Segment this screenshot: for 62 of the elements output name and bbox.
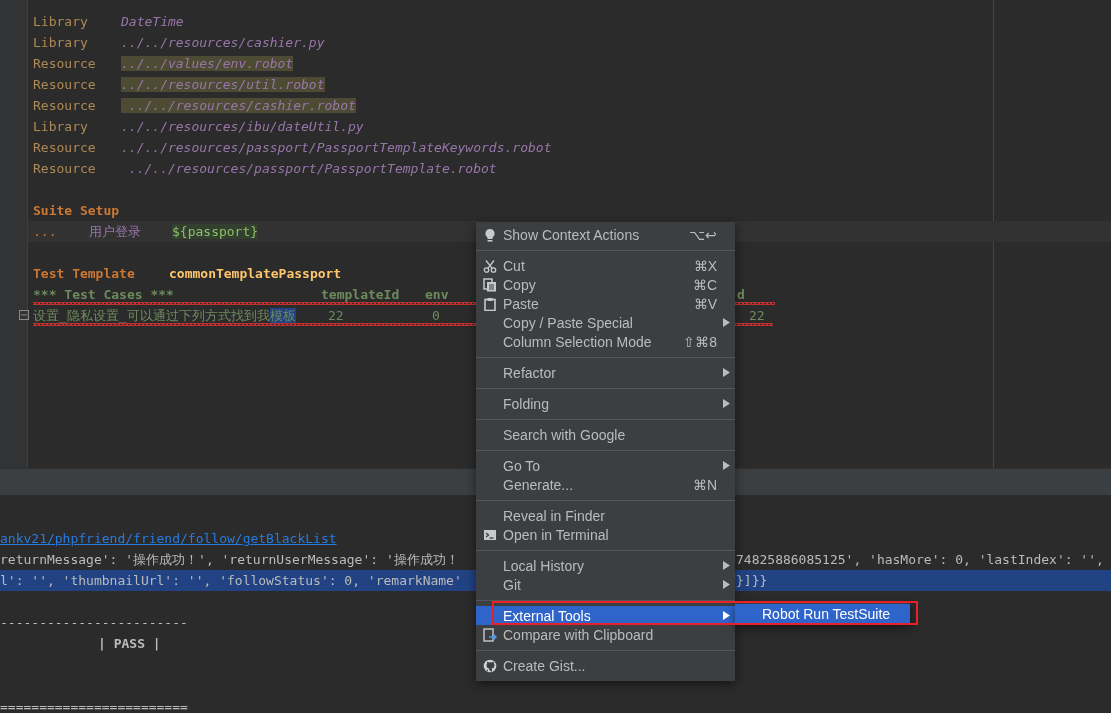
menu-item[interactable]: Paste ⌘V <box>476 294 735 313</box>
setting-value: ../../resources/cashier.py <box>121 35 325 50</box>
setting-value: ../../resources/passport/PassportTemplate.robot <box>127 161 497 176</box>
setting-value: ../../resources/util.robot <box>121 77 325 92</box>
setting-value: DateTime <box>121 14 184 29</box>
argument-value: 22 <box>328 308 344 323</box>
keyword-name: 用户登录 <box>89 222 142 241</box>
table-heading: *** Test Cases *** <box>33 287 174 302</box>
menu-item[interactable]: Local History <box>476 556 735 575</box>
setting-keyword: Library <box>33 14 89 29</box>
setting-value: ../../resources/ibu/dateUtil.py <box>121 119 364 134</box>
status-text: | PASS | <box>97 636 161 651</box>
scissors-icon <box>482 258 497 273</box>
menu-item[interactable]: Reveal in Finder <box>476 506 735 525</box>
menu-item[interactable]: Show Context Actions ⌥↩ <box>476 225 735 244</box>
output-text: ======================== <box>0 699 188 713</box>
menu-item[interactable]: Folding <box>476 394 735 413</box>
column-heading: templateId <box>321 287 400 302</box>
menu-item[interactable]: Go To <box>476 456 735 475</box>
output-text: l': '', 'thumbnailUrl': '', 'followStatus': 0, 'remarkName' <box>0 573 463 588</box>
bulb-icon <box>482 227 497 242</box>
menu-item[interactable]: Git <box>476 575 735 594</box>
argument-value: 22 <box>749 308 765 323</box>
section-heading: Suite Setup <box>33 203 120 218</box>
template-name: commonTemplatePassport <box>169 266 342 281</box>
variable-name: ${passport} <box>172 224 259 239</box>
setting-keyword: Resource <box>33 56 97 71</box>
column-heading: env <box>425 287 449 302</box>
setting-keyword: Resource <box>33 161 97 176</box>
menu-item[interactable]: Create Gist... <box>476 656 735 675</box>
fold-icon[interactable] <box>19 310 29 320</box>
menu-item[interactable]: Search with Google <box>476 425 735 444</box>
setting-keyword: Resource <box>33 140 97 155</box>
column-heading: d <box>737 287 745 302</box>
menu-item[interactable]: Copy ⌘C <box>476 275 735 294</box>
menu-item[interactable]: Open in Terminal <box>476 525 735 544</box>
clipboard-icon <box>482 296 497 311</box>
argument-value: 0 <box>432 308 440 323</box>
menu-item[interactable]: Refactor <box>476 363 735 382</box>
setting-keyword: Resource <box>33 98 97 113</box>
menu-item[interactable]: Generate... ⌘N <box>476 475 735 494</box>
output-text: ------------------------ <box>0 615 188 630</box>
menu-item[interactable]: Robot Run TestSuite <box>735 604 910 623</box>
terminal-icon <box>482 527 497 542</box>
menu-item[interactable]: Cut ⌘X <box>476 256 735 275</box>
menu-item[interactable]: Compare with Clipboard <box>476 625 735 644</box>
setting-keyword: Test Template <box>33 266 136 281</box>
copy-icon <box>482 277 497 292</box>
output-text: }]}} <box>735 573 768 588</box>
setting-keyword: Resource <box>33 77 97 92</box>
setting-keyword: Library <box>33 119 89 134</box>
url-link[interactable]: ankv21/phpfriend/friend/follow/getBlackList <box>0 531 337 546</box>
output-text: returnMessage': '操作成功！', 'returnUserMessage': '操作成功！ <box>0 550 460 569</box>
setting-value: ../../values/env.robot <box>121 56 294 71</box>
setting-value: ../../resources/cashier.robot <box>121 98 356 113</box>
output-text: 74825886085125', 'hasMore': 0, 'lastIndex': '', <box>735 552 1104 567</box>
setting-keyword: Library <box>33 35 89 50</box>
menu-item[interactable]: Column Selection Mode ⇧⌘8 <box>476 332 735 351</box>
setting-value: ../../resources/passport/PassportTemplateKeywords.robot <box>121 140 552 155</box>
menu-item[interactable]: Copy / Paste Special <box>476 313 735 332</box>
github-icon <box>482 658 497 673</box>
continuation-marker: ... <box>33 224 58 239</box>
